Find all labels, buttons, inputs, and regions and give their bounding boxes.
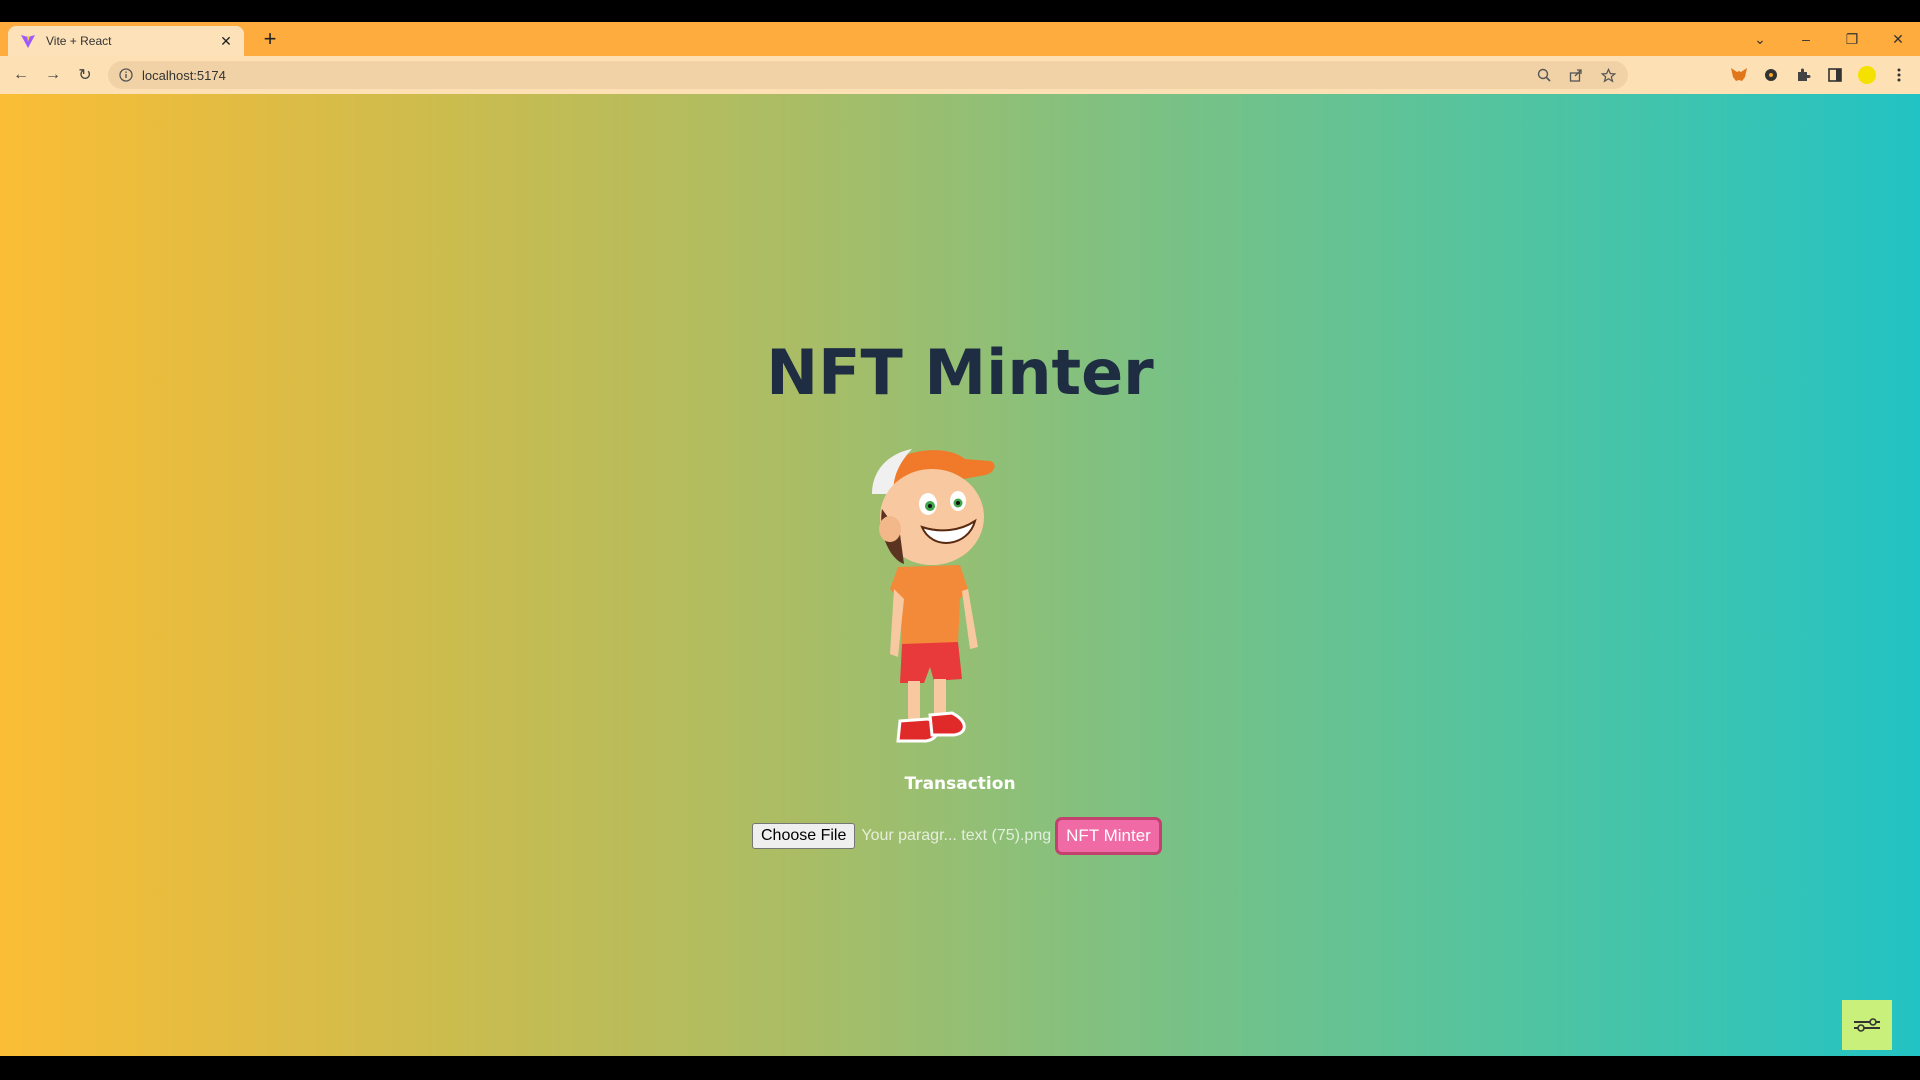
reload-button[interactable]: ↻	[72, 62, 98, 88]
tab-title: Vite + React	[46, 34, 112, 48]
url-text: localhost:5174	[142, 67, 226, 83]
back-button[interactable]: ←	[8, 62, 34, 88]
forward-button[interactable]: →	[40, 62, 66, 88]
close-window-button[interactable]: ✕	[1878, 26, 1918, 52]
site-info-icon[interactable]	[118, 67, 134, 83]
page-title: NFT Minter	[766, 336, 1154, 409]
profile-avatar-icon[interactable]	[1856, 64, 1878, 86]
nft-minter-button[interactable]: NFT Minter	[1055, 817, 1162, 855]
metamask-fox-icon[interactable]	[1728, 64, 1750, 86]
top-black-bar	[0, 0, 1920, 22]
minimize-button[interactable]: –	[1786, 26, 1826, 52]
recorder-widget-icon[interactable]	[1842, 1000, 1892, 1050]
choose-file-button[interactable]: Choose File	[752, 823, 856, 849]
share-icon[interactable]	[1566, 65, 1586, 85]
address-bar[interactable]: localhost:5174	[108, 61, 1628, 89]
extension-icon[interactable]	[1760, 64, 1782, 86]
bookmark-star-icon[interactable]	[1598, 65, 1618, 85]
browser-toolbar: ← → ↻ localhost:5174	[0, 56, 1920, 94]
browser-menu-icon[interactable]	[1888, 64, 1910, 86]
tab-strip: Vite + React ✕ + ⌄ – ❐ ✕	[0, 22, 1920, 56]
restore-button[interactable]: ❐	[1832, 26, 1872, 52]
mint-form: Choose File Your paragr... text (75).png…	[752, 817, 1162, 855]
image-caption: Transaction	[904, 774, 1016, 794]
vite-logo-icon	[20, 33, 36, 49]
tab-close-icon[interactable]: ✕	[216, 31, 236, 51]
new-tab-button[interactable]: +	[258, 28, 282, 52]
cartoon-boy-image	[872, 449, 995, 743]
page-content: NFT Minter Transaction Choose File Your …	[0, 94, 1920, 1056]
bottom-black-bar	[0, 1056, 1920, 1080]
browser-tab[interactable]: Vite + React ✕	[8, 26, 244, 56]
zoom-icon[interactable]	[1534, 65, 1554, 85]
selected-file-name: Your paragr... text (75).png	[861, 827, 1052, 844]
tab-search-icon[interactable]: ⌄	[1740, 26, 1780, 52]
extensions-puzzle-icon[interactable]	[1792, 64, 1814, 86]
side-panel-icon[interactable]	[1824, 64, 1846, 86]
